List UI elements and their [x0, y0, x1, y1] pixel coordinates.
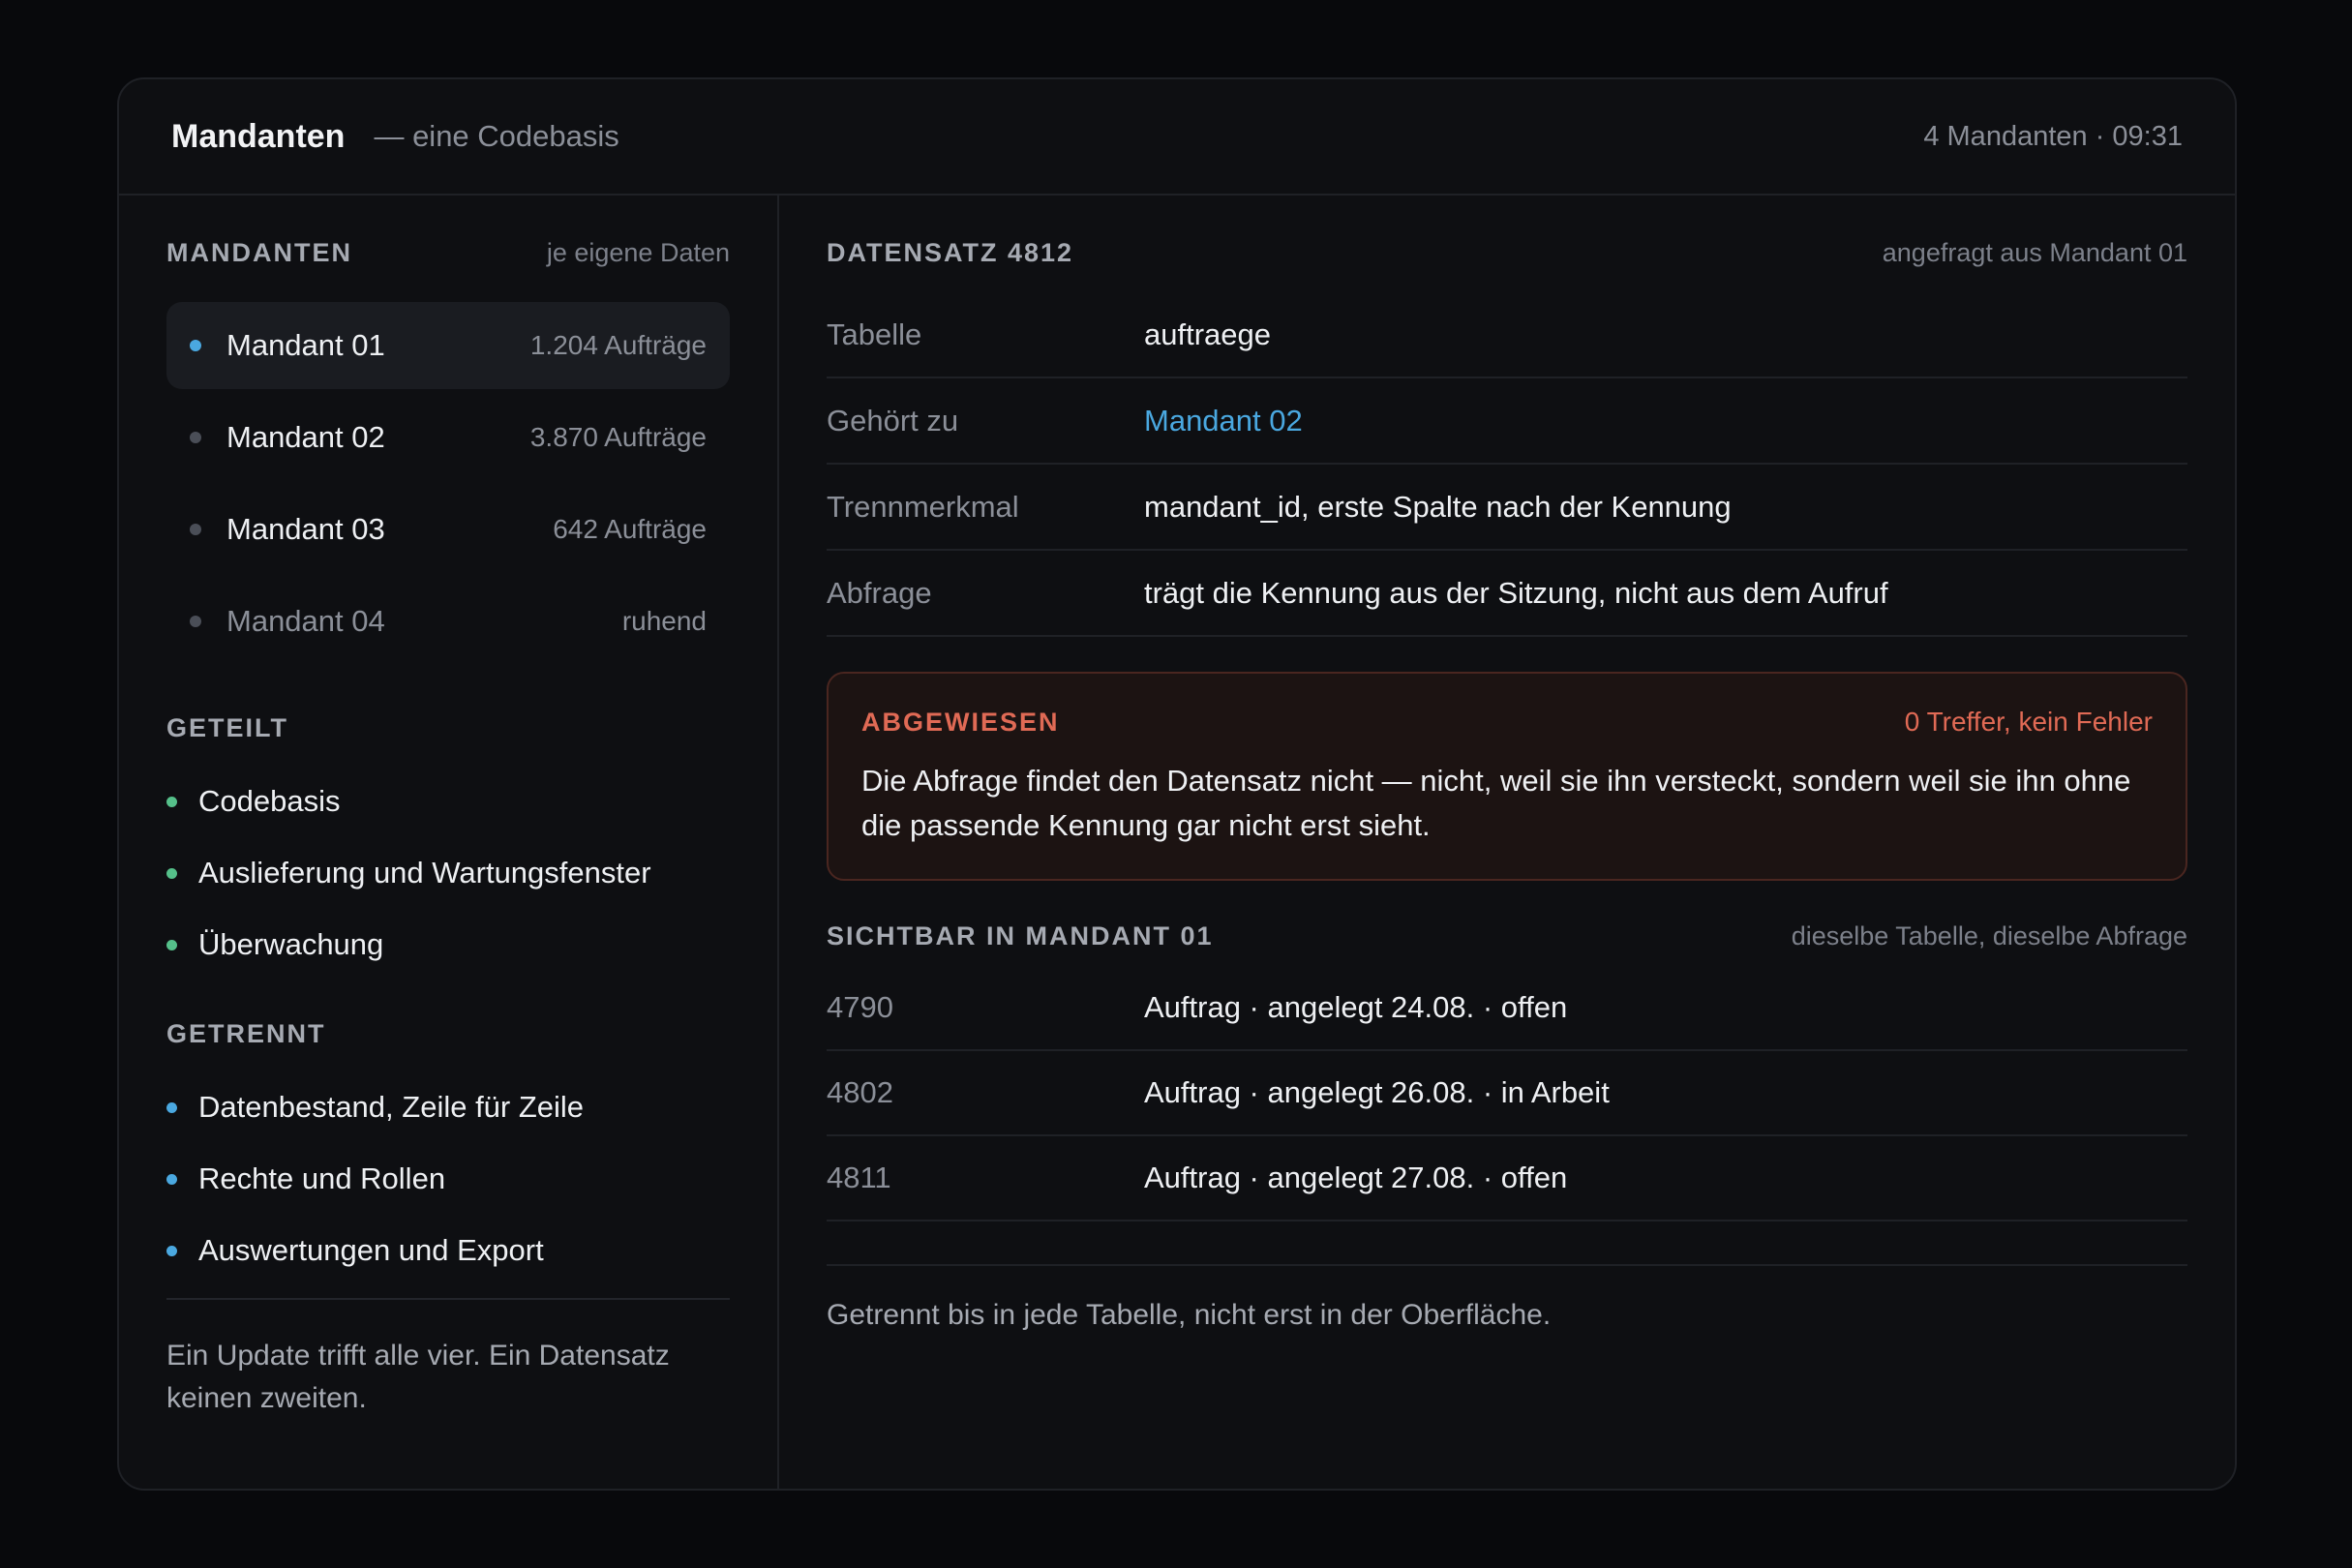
separate-section-title: GETRENNT: [166, 1019, 326, 1048]
active-dot-icon: [190, 340, 201, 351]
record-header: DATENSATZ 4812 angefragt aus Mandant 01: [827, 238, 2187, 277]
visible-section-title: SICHTBAR IN MANDANT 01: [827, 921, 1214, 950]
tenant-name: Mandant 03: [226, 512, 385, 546]
list-item-label: Überwachung: [198, 927, 384, 961]
list-item: Codebasis: [166, 766, 730, 837]
visible-section-hint: dieselbe Tabelle, dieselbe Abfrage: [1791, 921, 2187, 950]
main-panel: DATENSATZ 4812 angefragt aus Mandant 01 …: [779, 196, 2235, 1489]
tenant-item-02[interactable]: Mandant 02 3.870 Aufträge: [166, 394, 730, 481]
detail-row-separator: Trennmerkmal mandant_id, erste Spalte na…: [827, 465, 2187, 551]
tenant-count: 642 Aufträge: [553, 514, 707, 544]
table-row[interactable]: 4790 Auftrag · angelegt 24.08. · offen: [827, 966, 2187, 1051]
table-row[interactable]: 4802 Auftrag · angelegt 26.08. · in Arbe…: [827, 1051, 2187, 1136]
list-item: Datenbestand, Zeile für Zeile: [166, 1071, 730, 1143]
list-item: Überwachung: [166, 909, 730, 980]
detail-key: Trennmerkmal: [827, 489, 1019, 524]
detail-key: Gehört zu: [827, 403, 959, 437]
blue-dot-icon: [166, 1245, 177, 1256]
tenants-window: Mandanten — eine Codebasis 4 Mandanten ·…: [117, 77, 2237, 1491]
green-dot-icon: [166, 867, 177, 879]
tenant-name: Mandant 04: [226, 604, 385, 638]
tenants-section-hint: je eigene Daten: [546, 238, 730, 267]
rejected-alert: ABGEWIESEN 0 Treffer, kein Fehler Die Ab…: [827, 672, 2187, 881]
header-meta: 4 Mandanten · 09:31: [1923, 120, 2183, 152]
list-item: Auslieferung und Wartungsfenster: [166, 837, 730, 909]
tenants-section-header: MANDANTEN je eigene Daten: [166, 238, 730, 277]
tenant-item-01[interactable]: Mandant 01 1.204 Aufträge: [166, 302, 730, 389]
list-item-label: Auswertungen und Export: [198, 1233, 544, 1267]
record-hint: angefragt aus Mandant 01: [1882, 238, 2187, 267]
dot-icon: [190, 432, 201, 443]
tenant-count: 1.204 Aufträge: [529, 330, 707, 360]
tenant-item-04[interactable]: Mandant 04 ruhend: [166, 578, 730, 665]
titlebar: Mandanten — eine Codebasis 4 Mandanten ·…: [119, 79, 2235, 196]
table-row[interactable]: 4811 Auftrag · angelegt 27.08. · offen: [827, 1136, 2187, 1221]
green-dot-icon: [166, 939, 177, 950]
detail-value: mandant_id, erste Spalte nach der Kennun…: [1144, 489, 1732, 524]
detail-key: Tabelle: [827, 317, 922, 351]
divider: [166, 1298, 730, 1300]
tenant-name: Mandant 02: [226, 420, 385, 454]
owner-tenant-link[interactable]: Mandant 02: [1144, 404, 1303, 438]
tenant-list: Mandant 01 1.204 Aufträge Mandant 02 3.8…: [166, 302, 730, 665]
shared-list: Codebasis Auslieferung und Wartungsfenst…: [166, 766, 730, 980]
shared-section-header: GETEILT: [166, 713, 730, 752]
visible-section-header: SICHTBAR IN MANDANT 01 dieselbe Tabelle,…: [827, 921, 2187, 960]
sidebar-footer: Ein Update trifft alle vier. Ein Datensa…: [166, 1298, 730, 1420]
detail-row-table: Tabelle auftraege: [827, 292, 2187, 378]
record-details: Tabelle auftraege Gehört zu Mandant 02 T…: [827, 292, 2187, 637]
record-summary: Auftrag · angelegt 26.08. · in Arbeit: [1144, 1075, 1610, 1109]
tenant-name: Mandant 01: [226, 328, 385, 362]
shared-section-title: GETEILT: [166, 713, 288, 742]
dot-icon: [190, 524, 201, 535]
tenant-item-03[interactable]: Mandant 03 642 Aufträge: [166, 486, 730, 573]
tenant-status: ruhend: [621, 606, 707, 636]
sidebar: MANDANTEN je eigene Daten Mandant 01 1.2…: [119, 196, 779, 1489]
blue-dot-icon: [166, 1173, 177, 1185]
alert-title: ABGEWIESEN: [861, 708, 1060, 737]
alert-meta: 0 Treffer, kein Fehler: [1904, 707, 2153, 737]
record-summary: Auftrag · angelegt 24.08. · offen: [1144, 990, 1568, 1024]
list-item: Rechte und Rollen: [166, 1143, 730, 1215]
list-item-label: Rechte und Rollen: [198, 1161, 446, 1195]
app-title: Mandanten: [171, 117, 346, 155]
record-id: 4802: [827, 1075, 893, 1109]
list-item-label: Codebasis: [198, 784, 341, 818]
main-footer-text: Getrennt bis in jede Tabelle, nicht erst…: [827, 1264, 2187, 1332]
record-title: DATENSATZ 4812: [827, 238, 1074, 267]
tenant-count: 3.870 Aufträge: [529, 422, 707, 452]
app-subtitle: — eine Codebasis: [374, 119, 619, 153]
record-summary: Auftrag · angelegt 27.08. · offen: [1144, 1161, 1568, 1194]
green-dot-icon: [166, 796, 177, 807]
record-id: 4790: [827, 990, 893, 1024]
sidebar-footer-text: Ein Update trifft alle vier. Ein Datensa…: [166, 1340, 670, 1414]
tenants-section-title: MANDANTEN: [166, 238, 352, 267]
dot-icon: [190, 616, 201, 627]
blue-dot-icon: [166, 1101, 177, 1113]
alert-text: Die Abfrage findet den Datensatz nicht —…: [861, 764, 2131, 842]
separate-section-header: GETRENNT: [166, 1019, 730, 1058]
detail-value: trägt die Kennung aus der Sitzung, nicht…: [1144, 575, 1888, 610]
record-id: 4811: [827, 1161, 891, 1194]
detail-key: Abfrage: [827, 575, 932, 610]
detail-row-query: Abfrage trägt die Kennung aus der Sitzun…: [827, 551, 2187, 637]
list-item-label: Auslieferung und Wartungsfenster: [198, 856, 651, 890]
visible-records-list: 4790 Auftrag · angelegt 24.08. · offen 4…: [827, 966, 2187, 1221]
detail-value: auftraege: [1144, 317, 1271, 351]
detail-row-owner: Gehört zu Mandant 02: [827, 378, 2187, 465]
list-item: Auswertungen und Export: [166, 1215, 730, 1286]
separate-list: Datenbestand, Zeile für Zeile Rechte und…: [166, 1071, 730, 1286]
list-item-label: Datenbestand, Zeile für Zeile: [198, 1090, 585, 1124]
